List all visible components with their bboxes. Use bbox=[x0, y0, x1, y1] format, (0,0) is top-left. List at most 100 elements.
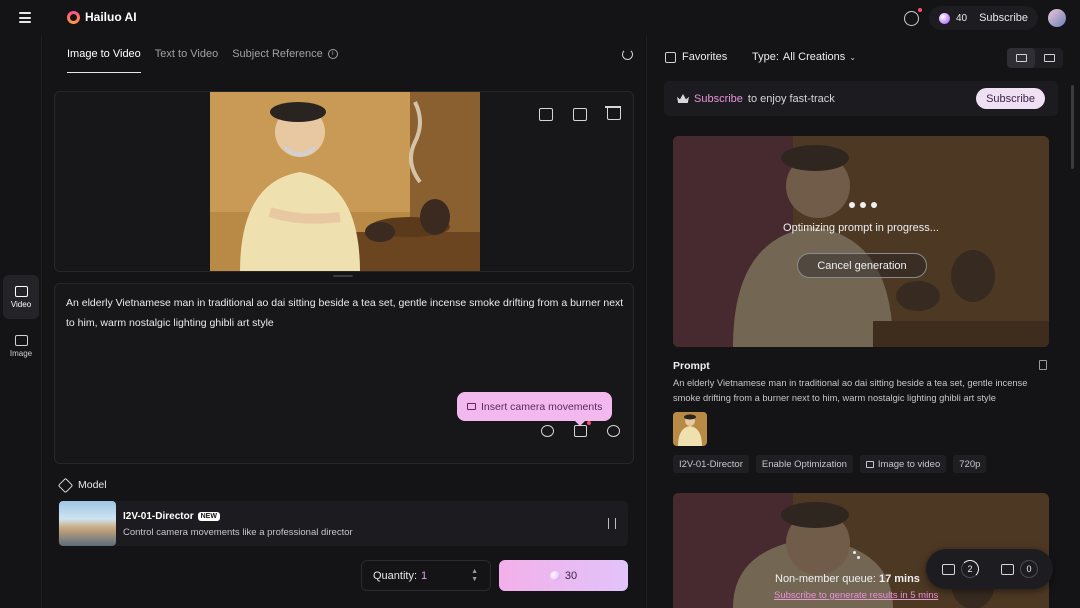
favorites-filter[interactable]: Favorites bbox=[665, 51, 727, 63]
type-value: All Creations bbox=[782, 51, 846, 63]
subscribe-banner: Subscribe to enjoy fast-track Subscribe bbox=[664, 81, 1058, 116]
mode-tabs: Image to Video Text to Video Subject Ref… bbox=[67, 48, 338, 73]
view-toggle bbox=[1007, 48, 1063, 68]
generate-button[interactable]: 30 bbox=[499, 560, 628, 591]
tab-subject-reference-label: Subject Reference bbox=[232, 48, 323, 60]
camera-movement-icon[interactable] bbox=[574, 421, 591, 437]
type-label: Type: bbox=[752, 51, 779, 63]
image-queue-icon bbox=[1001, 563, 1014, 575]
model-section-label: Model bbox=[57, 477, 107, 493]
tab-image-to-video[interactable]: Image to Video bbox=[67, 48, 141, 73]
status-text: Optimizing prompt in progress... bbox=[783, 222, 939, 234]
user-avatar[interactable] bbox=[1048, 9, 1066, 27]
list-view-button[interactable] bbox=[1007, 48, 1035, 68]
replace-image-icon[interactable] bbox=[539, 108, 553, 121]
swap-icon[interactable] bbox=[608, 518, 616, 529]
logo-text: Hailuo AI bbox=[85, 10, 137, 24]
uploaded-image bbox=[210, 92, 480, 271]
crown-icon bbox=[677, 94, 689, 103]
info-icon[interactable]: i bbox=[327, 49, 338, 60]
banner-text: to enjoy fast-track bbox=[747, 92, 835, 105]
quantity-value[interactable]: 1 bbox=[421, 570, 427, 582]
rail-item-video[interactable]: Video bbox=[3, 275, 39, 319]
tab-text-to-video[interactable]: Text to Video bbox=[155, 48, 218, 73]
app-logo[interactable]: Hailuo AI bbox=[67, 10, 137, 24]
cancel-generation-button[interactable]: Cancel generation bbox=[797, 253, 927, 278]
queue-status: Non-member queue: 17 mins bbox=[775, 573, 920, 585]
tooltip-label: Insert camera movements bbox=[481, 400, 603, 413]
camera-movement-tooltip: Insert camera movements bbox=[457, 392, 613, 426]
rail-item-image[interactable]: Image bbox=[3, 324, 39, 368]
reset-icon[interactable] bbox=[622, 49, 633, 60]
grid-view-icon bbox=[1043, 54, 1055, 62]
tag-resolution: 720p bbox=[953, 455, 987, 473]
model-label-text: Model bbox=[78, 479, 107, 491]
favorites-checkbox[interactable] bbox=[665, 51, 676, 63]
task-tags: I2V-01-Director Enable Optimization Imag… bbox=[673, 455, 987, 473]
model-thumbnail bbox=[59, 501, 116, 546]
copy-icon[interactable] bbox=[1039, 360, 1047, 370]
creations-panel: Favorites Type: All Creations ⌄ Subscrib… bbox=[646, 36, 1080, 608]
scrollbar[interactable] bbox=[1071, 85, 1074, 169]
resize-handle[interactable] bbox=[333, 275, 353, 277]
edit-image-icon[interactable] bbox=[573, 108, 587, 121]
image-queue-count: 0 bbox=[1020, 560, 1038, 578]
task-prompt-text: An elderly Vietnamese man in traditional… bbox=[673, 378, 1028, 403]
grid-view-button[interactable] bbox=[1035, 48, 1063, 68]
logo-icon bbox=[67, 10, 80, 24]
chevron-down-icon: ⌄ bbox=[849, 52, 856, 62]
queue-status-pill[interactable]: 2 0 bbox=[926, 549, 1053, 589]
list-view-icon bbox=[1015, 54, 1027, 62]
camera-icon bbox=[467, 403, 476, 410]
model-selector[interactable]: I2V-01-Director NEW Control camera movem… bbox=[58, 501, 628, 546]
queue-prefix: Non-member queue: bbox=[775, 573, 879, 585]
reference-image bbox=[673, 412, 707, 446]
subscribe-link-top[interactable]: Subscribe bbox=[979, 12, 1028, 24]
favorites-label: Favorites bbox=[682, 51, 728, 63]
credit-gem-icon bbox=[938, 12, 950, 24]
model-name: I2V-01-Director bbox=[123, 511, 194, 522]
creation-panel: Image to Video Text to Video Subject Ref… bbox=[43, 36, 645, 608]
subscribe-faster-link[interactable]: Subscribe to generate results in 5 mins bbox=[774, 590, 938, 601]
video-queue-icon bbox=[942, 563, 955, 575]
banner-subscribe-button[interactable]: Subscribe bbox=[976, 88, 1045, 109]
tag-mode-label: Image to video bbox=[877, 458, 941, 470]
prompt-textarea[interactable]: An elderly Vietnamese man in traditional… bbox=[66, 293, 628, 333]
tag-mode: Image to video bbox=[859, 455, 947, 473]
language-globe-icon[interactable] bbox=[903, 7, 922, 26]
left-rail: Video Image bbox=[0, 36, 42, 608]
top-bar: Hailuo AI 40 Subscribe bbox=[0, 0, 1080, 36]
image-icon bbox=[14, 334, 28, 346]
prompt-heading: Prompt bbox=[673, 360, 710, 372]
stepper-arrows-icon[interactable]: ▲ ▼ bbox=[471, 568, 478, 584]
quantity-stepper[interactable]: Quantity: 1 ▲ ▼ bbox=[361, 560, 491, 591]
lightbulb-icon[interactable] bbox=[541, 425, 554, 437]
magic-optimize-icon[interactable] bbox=[607, 425, 620, 437]
video-camera-icon bbox=[14, 285, 28, 297]
cube-icon bbox=[57, 477, 74, 493]
credit-gem-icon bbox=[549, 570, 560, 581]
reference-image-thumbnail[interactable] bbox=[673, 412, 707, 446]
quantity-label: Quantity: bbox=[373, 569, 418, 582]
delete-icon[interactable] bbox=[605, 106, 621, 120]
generation-card[interactable]: Optimizing prompt in progress... Cancel … bbox=[673, 136, 1049, 347]
credits-pill[interactable]: 40 Subscribe bbox=[928, 6, 1038, 30]
tag-optimization: Enable Optimization bbox=[755, 455, 853, 473]
rail-item-label: Image bbox=[9, 348, 33, 358]
prompt-box[interactable]: An elderly Vietnamese man in traditional… bbox=[54, 283, 634, 464]
queue-time: 17 mins bbox=[878, 573, 920, 585]
video-queue-count: 2 bbox=[961, 560, 979, 578]
card-overlay bbox=[673, 136, 1049, 347]
tab-subject-reference[interactable]: Subject Reference i bbox=[232, 48, 338, 73]
menu-icon[interactable] bbox=[19, 12, 31, 23]
credits-count: 40 bbox=[955, 12, 968, 24]
model-description: Control camera movements like a professi… bbox=[123, 527, 353, 538]
banner-subscribe-link[interactable]: Subscribe bbox=[694, 93, 743, 105]
new-badge: NEW bbox=[197, 512, 220, 521]
type-filter[interactable]: Type: All Creations ⌄ bbox=[752, 51, 856, 63]
tag-model: I2V-01-Director bbox=[673, 455, 749, 473]
uploaded-image-box[interactable] bbox=[54, 91, 634, 272]
generate-cost: 30 bbox=[564, 569, 578, 582]
image-icon bbox=[865, 460, 874, 468]
loading-dots-icon bbox=[849, 202, 877, 208]
